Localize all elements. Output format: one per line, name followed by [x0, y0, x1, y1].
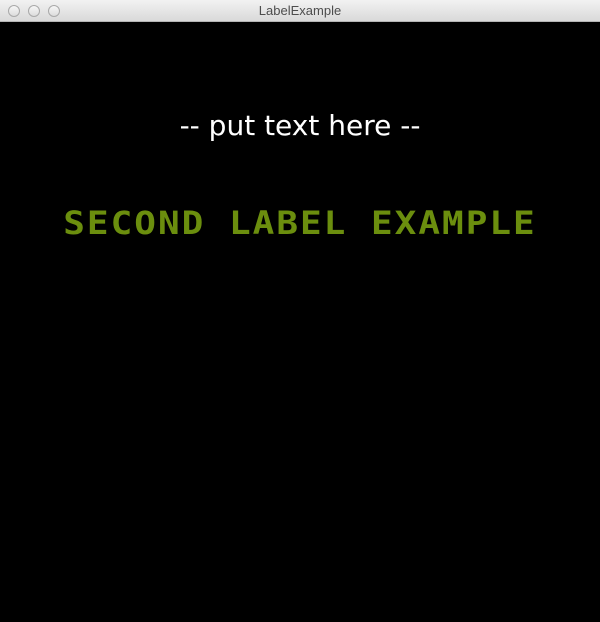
title-bar[interactable]: LabelExample	[0, 0, 600, 22]
second-label: SECOND LABEL EXAMPLE	[63, 205, 537, 242]
first-label: -- put text here --	[179, 109, 421, 142]
app-window: LabelExample -- put text here -- SECOND …	[0, 0, 600, 622]
window-title: LabelExample	[258, 3, 342, 18]
canvas-area: -- put text here -- SECOND LABEL EXAMPLE	[0, 22, 600, 622]
